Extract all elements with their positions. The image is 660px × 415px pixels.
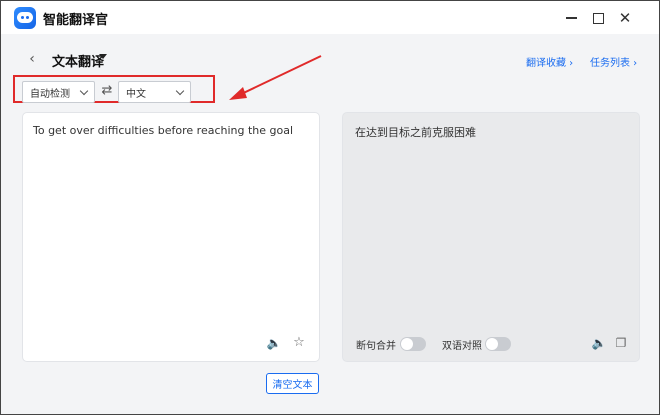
task-list-link[interactable]: 任务列表 › <box>590 54 637 69</box>
swap-languages-button[interactable]: ⇄ <box>99 83 115 99</box>
app-window: 智能翻译官 ✕ ‹ 文本翻译 翻译收藏 › 任务列表 › 自动检测 ⇄ 中文 T… <box>0 0 660 415</box>
source-language-select[interactable]: 自动检测 <box>22 81 95 103</box>
bilingual-toggle[interactable] <box>485 337 511 351</box>
source-language-value: 自动检测 <box>30 88 70 100</box>
favorites-link[interactable]: 翻译收藏 › <box>526 54 573 69</box>
chevron-down-icon <box>175 86 185 96</box>
mode-title[interactable]: 文本翻译 <box>52 51 104 70</box>
sentence-merge-toggle[interactable] <box>400 337 426 351</box>
maximize-icon <box>592 12 604 24</box>
result-text: 在达到目标之前克服困难 <box>355 126 476 139</box>
minimize-icon <box>565 17 577 19</box>
close-button[interactable]: ✕ <box>614 7 636 29</box>
speaker-icon[interactable]: 🔈 <box>592 336 607 350</box>
target-language-value: 中文 <box>126 88 146 100</box>
maximize-button[interactable] <box>587 7 609 29</box>
target-language-select[interactable]: 中文 <box>118 81 191 103</box>
bilingual-label: 双语对照 <box>442 341 482 352</box>
star-icon[interactable]: ☆ <box>292 335 306 350</box>
source-text-panel[interactable]: To get over difficulties before reaching… <box>22 112 320 362</box>
caret-down-icon[interactable] <box>99 54 107 59</box>
copy-icon[interactable]: ❐ <box>614 336 628 350</box>
app-logo-icon <box>14 7 36 29</box>
source-text[interactable]: To get over difficulties before reaching… <box>33 124 293 137</box>
app-title: 智能翻译官 <box>43 13 109 28</box>
result-text-panel: 在达到目标之前克服困难 断句合并 双语对照 🔈 ❐ <box>342 112 640 362</box>
back-button[interactable]: ‹ <box>23 50 41 68</box>
chevron-down-icon <box>79 86 89 96</box>
minimize-button[interactable] <box>560 7 582 29</box>
speaker-icon[interactable]: 🔈 <box>267 336 282 350</box>
title-bar: 智能翻译官 ✕ <box>1 1 659 34</box>
clear-text-button[interactable]: 清空文本 <box>266 373 319 394</box>
sentence-merge-label: 断句合并 <box>356 341 396 352</box>
annotation-arrow-icon <box>229 55 322 100</box>
